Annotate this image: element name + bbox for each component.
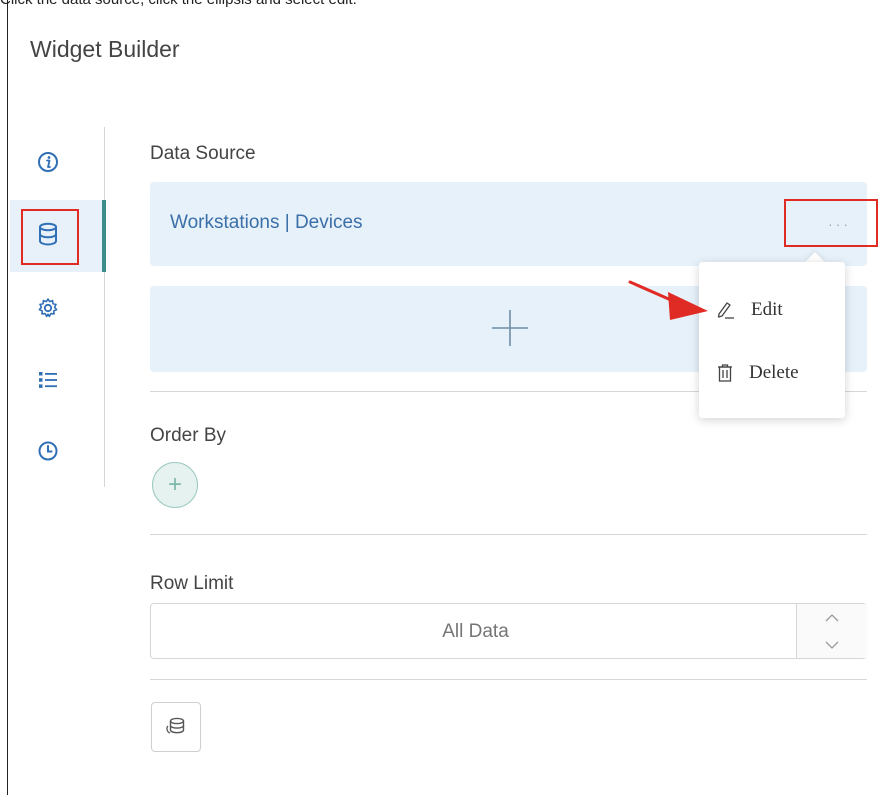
chevron-up-icon [825,613,839,621]
add-order-by-button[interactable]: + [152,462,198,508]
menu-item-edit[interactable]: Edit [715,295,783,325]
sidebar-item-info[interactable] [30,144,66,180]
sidebar-item-list[interactable] [30,362,66,398]
chevron-down-icon [825,641,839,649]
stepper-down-button[interactable] [797,631,867,658]
row-limit-input[interactable] [151,604,800,660]
list-icon [39,372,57,388]
gear-icon [38,298,58,318]
menu-item-edit-label: Edit [751,299,783,320]
divider [150,679,867,680]
menu-item-delete[interactable]: Delete [715,358,799,388]
data-source-label: Data Source [150,143,256,164]
clock-icon [38,441,58,461]
sidebar-item-settings[interactable] [30,290,66,326]
annotation-arrow-icon [628,280,708,320]
row-limit-field [150,603,867,660]
sidebar-active-indicator [102,200,106,272]
order-by-label: Order By [150,425,227,446]
pencil-icon [717,302,734,319]
sidebar-item-history[interactable] [30,433,66,469]
database-query-icon [166,717,185,734]
panel-title: Widget Builder [30,36,180,62]
frame-border [7,0,8,795]
row-limit-label: Row Limit [150,573,234,594]
divider [150,534,867,535]
info-icon [38,152,58,172]
highlight-box-ellipsis [784,199,878,247]
instruction-caption: Click the data source, click the ellipsi… [0,0,357,8]
data-source-name[interactable]: Workstations | Devices [170,212,363,234]
data-source-context-menu: Edit Delete [699,262,845,418]
menu-item-delete-label: Delete [749,362,799,383]
highlight-box-sidebar [21,209,79,265]
plus-icon [492,310,528,346]
sql-query-button[interactable] [151,702,201,752]
data-source-card[interactable]: Workstations | Devices ··· [150,182,867,266]
stepper-up-button[interactable] [797,604,867,631]
trash-icon [718,364,732,382]
sidebar-divider [104,127,105,487]
row-limit-stepper [796,604,867,658]
